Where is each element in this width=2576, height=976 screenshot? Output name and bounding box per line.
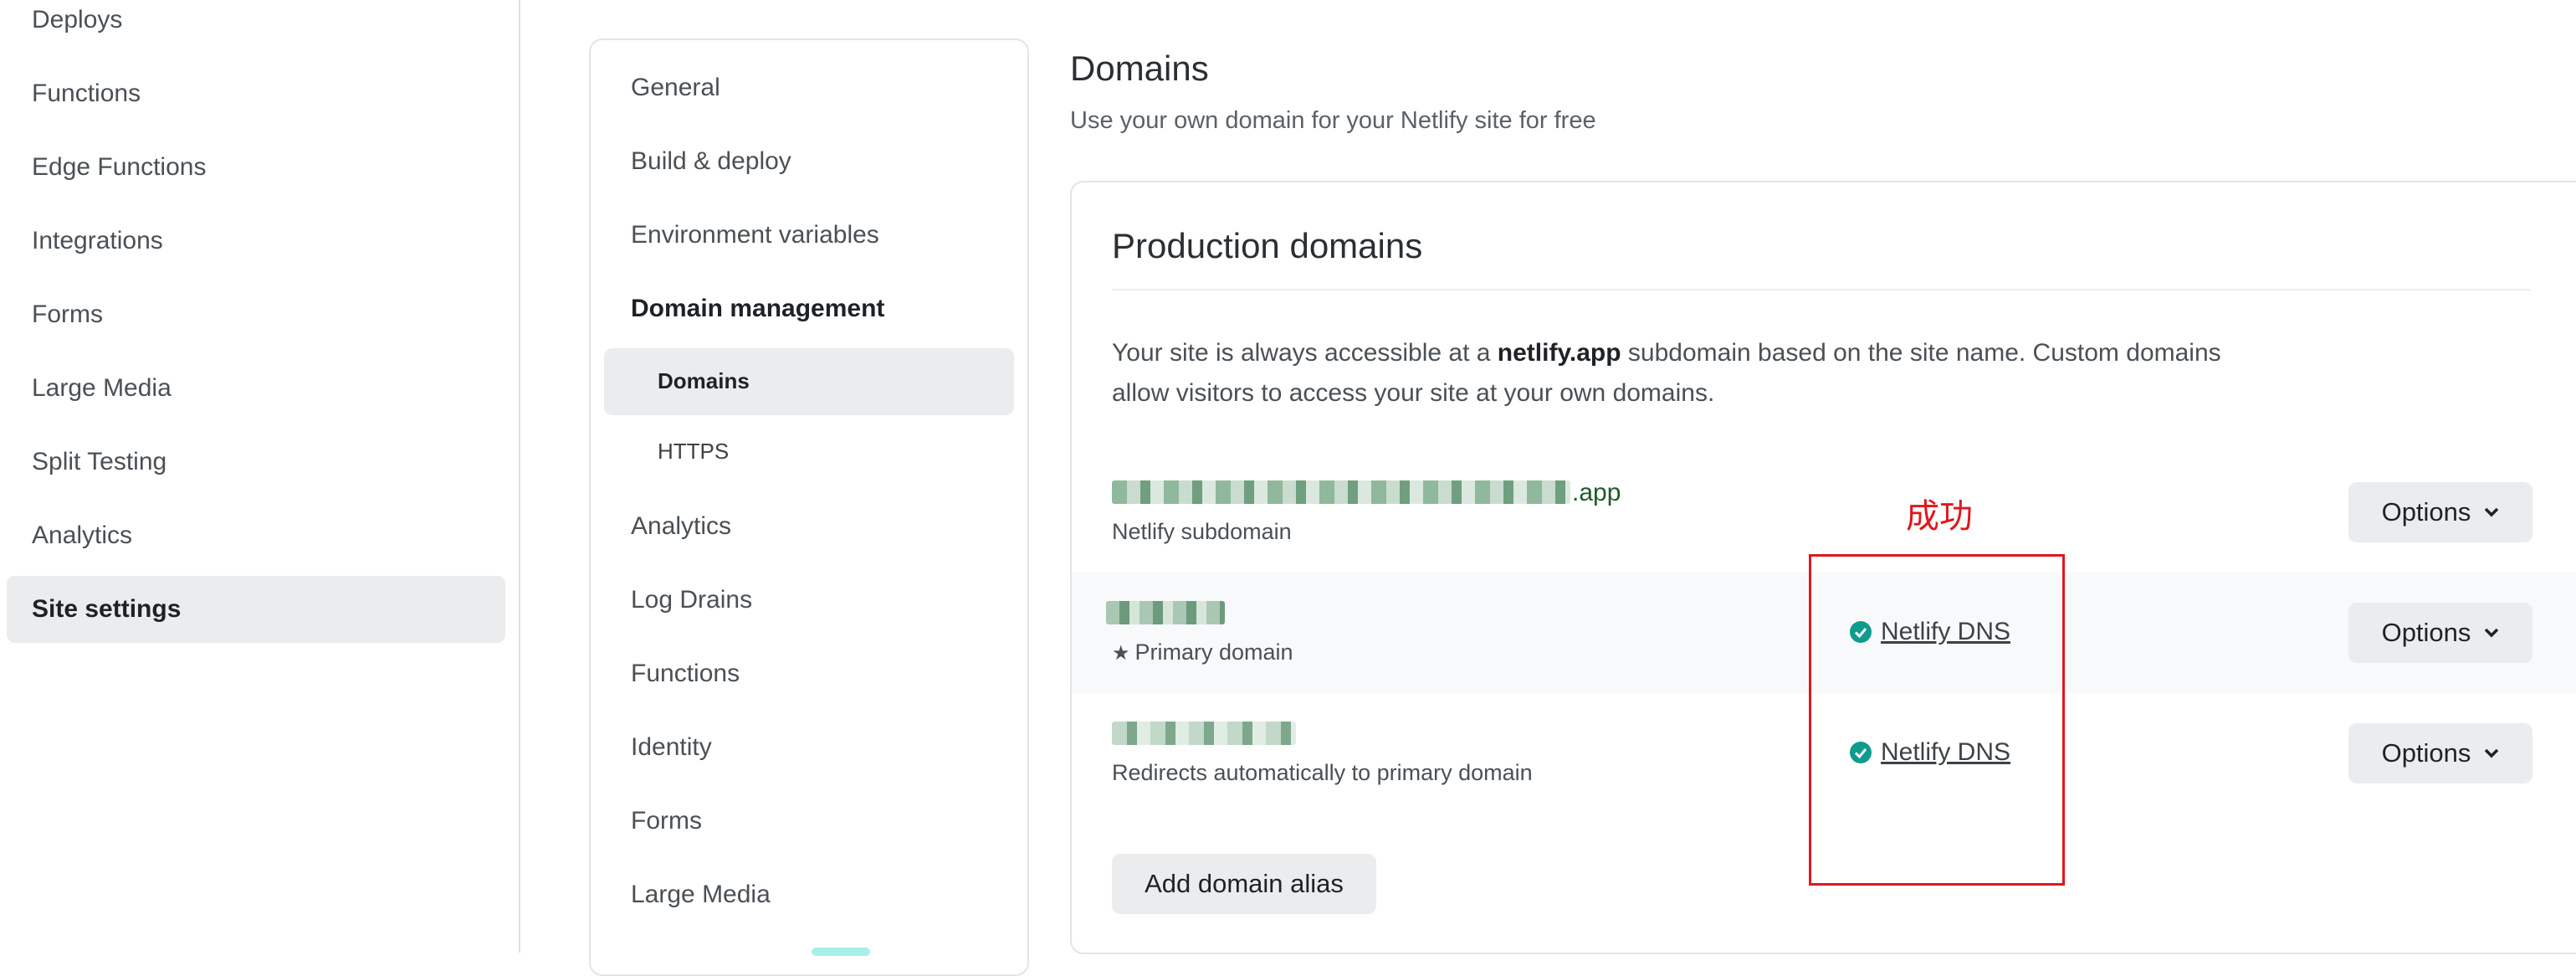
divider (1112, 289, 2531, 290)
sidebar-item-label: Analytics (32, 521, 133, 549)
production-domains-title: Production domains (1112, 226, 1423, 265)
settings-nav-build-deploy[interactable]: Build & deploy (631, 147, 791, 176)
domain-subtitle: ★ Primary domain (1112, 640, 1293, 665)
sidebar-item-label: Deploys (32, 6, 123, 33)
sidebar-item-site-settings[interactable]: Site settings (7, 576, 505, 643)
settings-nav-general[interactable]: General (631, 74, 720, 102)
options-label: Options (2381, 738, 2471, 768)
app-sidebar: Deploys Functions Edge Functions Integra… (0, 0, 520, 953)
sidebar-item-functions[interactable]: Functions (7, 60, 505, 127)
options-button[interactable]: Options (2348, 603, 2532, 663)
sidebar-item-label: Site settings (32, 595, 182, 623)
sidebar-item-large-media[interactable]: Large Media (7, 355, 505, 422)
settings-nav-analytics[interactable]: Analytics (631, 512, 731, 541)
options-label: Options (2381, 497, 2471, 527)
chevron-down-icon (2485, 628, 2499, 638)
settings-nav-https[interactable]: HTTPS (658, 439, 729, 465)
settings-nav-domains[interactable]: Domains (658, 368, 750, 394)
sidebar-item-forms[interactable]: Forms (7, 281, 505, 348)
sidebar-item-label: Large Media (32, 374, 172, 402)
settings-nav-domain-management[interactable]: Domain management (631, 295, 884, 323)
redacted-domain-name (1112, 722, 1296, 745)
domain-subtitle-text: Primary domain (1134, 640, 1293, 665)
chevron-down-icon (2485, 748, 2499, 758)
settings-nav: General Build & deploy Environment varia… (589, 39, 1029, 976)
description-text: Your site is always accessible at a (1112, 339, 1498, 367)
sidebar-item-label: Edge Functions (32, 153, 207, 181)
annotation-box (1809, 554, 2065, 886)
sidebar-item-split-testing[interactable]: Split Testing (7, 429, 505, 496)
settings-nav-functions[interactable]: Functions (631, 660, 740, 688)
options-button[interactable]: Options (2348, 482, 2532, 542)
page-subtitle: Use your own domain for your Netlify sit… (1070, 107, 1596, 134)
annotation-label: 成功 (1906, 498, 1973, 535)
domain-suffix: .app (1572, 479, 1621, 506)
options-button[interactable]: Options (2348, 723, 2532, 783)
redacted-domain-name (1106, 601, 1225, 624)
sidebar-item-edge-functions[interactable]: Edge Functions (7, 134, 505, 201)
page-title: Domains (1070, 49, 1209, 88)
sidebar-item-label: Functions (32, 80, 141, 107)
settings-nav-log-drains[interactable]: Log Drains (631, 586, 752, 614)
chevron-down-icon (2485, 507, 2499, 517)
settings-nav-large-media[interactable]: Large Media (631, 881, 771, 909)
production-domains-description: Your site is always accessible at a netl… (1112, 333, 2225, 414)
star-icon: ★ (1112, 642, 1130, 665)
sidebar-item-label: Integrations (32, 227, 163, 254)
domain-subtitle: Netlify subdomain (1112, 519, 1292, 544)
sidebar-item-analytics[interactable]: Analytics (7, 502, 505, 569)
add-domain-alias-button[interactable]: Add domain alias (1112, 854, 1376, 914)
settings-nav-environment-variables[interactable]: Environment variables (631, 221, 879, 249)
options-label: Options (2381, 618, 2471, 647)
settings-nav-identity[interactable]: Identity (631, 733, 712, 762)
sidebar-item-label: Split Testing (32, 448, 167, 475)
sidebar-item-deploys[interactable]: Deploys (7, 0, 505, 54)
sidebar-item-label: Forms (32, 301, 103, 328)
sidebar-item-integrations[interactable]: Integrations (7, 208, 505, 275)
description-bold: netlify.app (1497, 339, 1621, 367)
domain-subtitle: Redirects automatically to primary domai… (1112, 760, 1533, 785)
settings-nav-forms[interactable]: Forms (631, 807, 702, 835)
redacted-domain-name (1112, 480, 1570, 504)
focus-glow (812, 948, 870, 956)
